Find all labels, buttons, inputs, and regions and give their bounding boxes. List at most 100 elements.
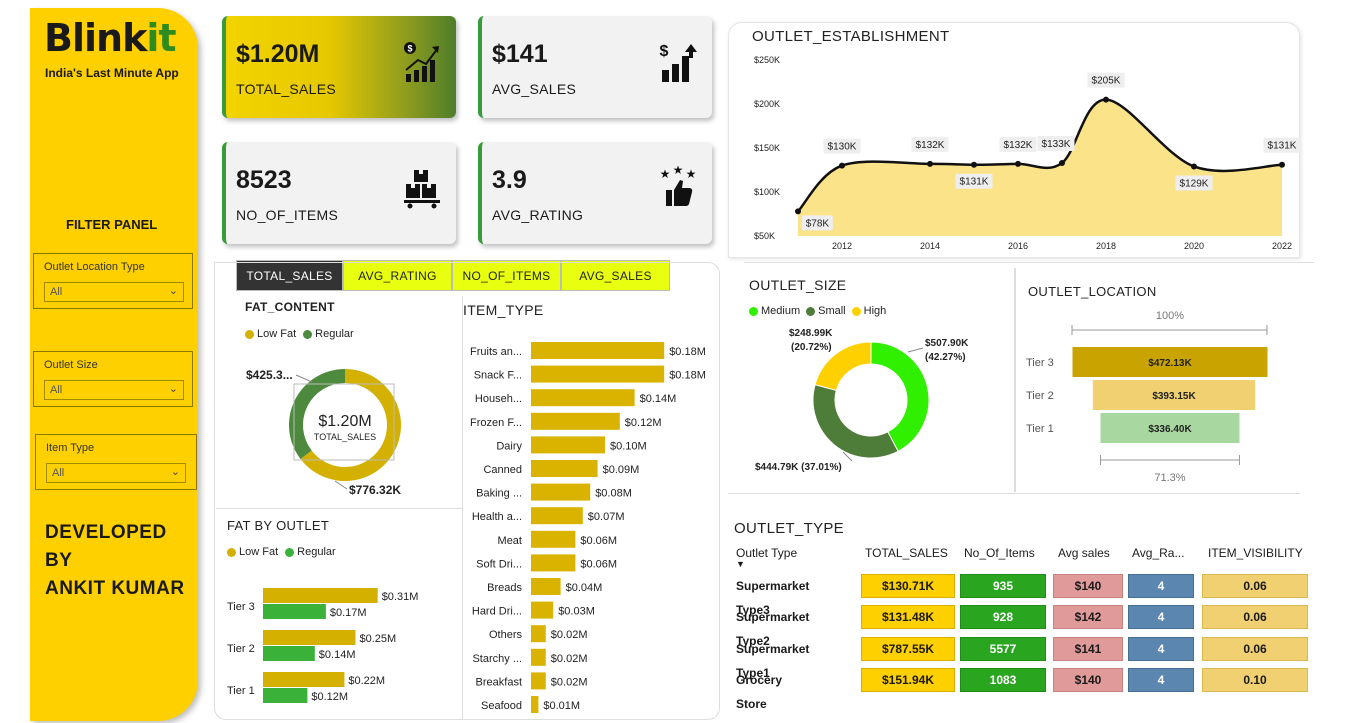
leader-line (334, 480, 348, 490)
outlet-location-funnel-chart: 100% Tier 3 $472.13K Tier 2 $393.15K Tier 1 $3… (1026, 310, 1268, 484)
outlet-size-dropdown[interactable]: All ⌄ (44, 380, 184, 400)
col-header-outlet-type[interactable]: Outlet Type (736, 546, 797, 560)
col-header-total-sales[interactable]: TOTAL_SALES (865, 546, 948, 560)
legend-dot-regular (285, 547, 295, 557)
sidebar: Blinkit India's Last Minute App FILTER P… (30, 8, 198, 721)
leader-line (295, 374, 313, 383)
dollar-bar-chart-icon: $ (660, 43, 697, 82)
legend-regular: Regular (297, 546, 336, 558)
category-label: Househ... (475, 393, 522, 405)
category-label: Frozen F... (470, 417, 522, 429)
bar (531, 342, 665, 359)
bar (531, 554, 576, 572)
cell-item-visibility: 0.10 (1202, 668, 1308, 692)
x-tick-label: 2022 (1272, 241, 1292, 251)
col-header-avg-sales[interactable]: Avg sales (1058, 546, 1110, 560)
data-label: $0.04M (566, 582, 603, 594)
outlet-size-slicer: Outlet Size All ⌄ (33, 351, 193, 407)
data-label: $0.02M (551, 676, 588, 688)
data-label: $0.22M (348, 675, 385, 687)
x-tick-label: 2014 (920, 241, 940, 251)
category-label: Meat (498, 535, 522, 547)
bar (531, 530, 576, 548)
cell-item-visibility: 0.06 (1202, 605, 1308, 629)
legend-dot-high (851, 306, 861, 316)
outlet-size-legend: Medium Small High (749, 305, 886, 317)
cell-no-of-items: 5577 (960, 637, 1046, 661)
bar (531, 601, 554, 619)
developer-line-1: DEVELOPED BY (45, 522, 167, 571)
cell-avg-sales: $141 (1053, 637, 1123, 661)
category-label: Snack F... (474, 370, 522, 382)
divider (462, 296, 463, 720)
bar-regular (263, 688, 308, 703)
data-label: $393.15K (1152, 391, 1196, 402)
divider (216, 508, 462, 509)
filter-panel-title: FILTER PANEL (66, 217, 158, 232)
data-label: $0.18M (669, 346, 706, 358)
data-label: $0.09M (603, 464, 640, 476)
legend-regular: Regular (315, 328, 354, 340)
y-tick-label: $200K (754, 99, 780, 109)
cell-avg-rating: 4 (1128, 637, 1194, 661)
bar (531, 365, 665, 383)
outlet-size-donut-chart: $507.90K (42.27%) $248.99K (20.72%) $444.79K… (755, 328, 969, 473)
cell-total-sales: $131.48K (861, 605, 955, 629)
data-point (1191, 163, 1197, 170)
data-label: $131K (960, 177, 989, 188)
data-label: $472.13K (1148, 358, 1192, 369)
brand-logo: Blinkit (44, 16, 177, 60)
data-label: $0.06M (580, 558, 617, 570)
outlet-type-name: Grocery Store (736, 673, 783, 711)
bar (531, 483, 591, 501)
data-point (1279, 161, 1285, 168)
legend-medium: Medium (761, 305, 801, 317)
category-label: Tier 1 (1026, 423, 1054, 435)
data-label: $130K (828, 142, 857, 153)
item-type-dropdown[interactable]: All ⌄ (46, 463, 186, 483)
category-label: Tier 3 (1026, 357, 1054, 369)
data-label: $0.03M (558, 606, 595, 618)
category-label: Breads (487, 582, 522, 594)
fat-by-outlet-legend: Low Fat Regular (227, 546, 336, 558)
kpi-label: AVG_SALES (492, 81, 577, 97)
data-label: $132K (1004, 140, 1033, 151)
data-label-regular: $425.3... (246, 368, 293, 382)
cell-no-of-items: 1083 (960, 668, 1046, 692)
bar (531, 672, 546, 690)
data-point (839, 162, 845, 169)
col-header-avg-rating[interactable]: Avg_Ra... (1132, 546, 1184, 560)
kpi-no-of-items: 8523 NO_OF_ITEMS (222, 142, 456, 244)
fat-by-outlet-title: FAT BY OUTLET (227, 518, 330, 533)
item-type-title: ITEM_TYPE (463, 302, 544, 318)
data-point (1103, 96, 1109, 103)
bar-low-fat (263, 672, 345, 687)
slicer-label: Outlet Size (44, 359, 98, 371)
y-tick-label: $50K (754, 231, 775, 241)
data-label: $0.31M (382, 591, 419, 603)
category-label: Baking ... (476, 488, 522, 500)
category-label: Seafood (481, 700, 522, 712)
bar (531, 625, 546, 643)
cell-no-of-items: 935 (960, 574, 1046, 598)
dashboard: Blinkit India's Last Minute App FILTER P… (0, 0, 1352, 723)
legend-dot-small (806, 306, 816, 316)
col-header-item-visibility[interactable]: ITEM_VISIBILITY (1208, 546, 1303, 560)
data-label: $0.18M (669, 370, 706, 382)
category-label: Starchy ... (472, 653, 522, 665)
data-label: $0.14M (640, 393, 677, 405)
outlet-size-title: OUTLET_SIZE (749, 277, 847, 293)
leader-line (907, 347, 924, 353)
data-label: $0.25M (360, 633, 397, 645)
data-label: $336.40K (1148, 424, 1192, 435)
cell-avg-sales: $142 (1053, 605, 1123, 629)
thumbs-up-stars-icon: ★ ★ ★ (660, 166, 696, 206)
outlet-location-slicer: Outlet Location Type All ⌄ (33, 253, 193, 309)
data-point (927, 160, 933, 167)
data-label-medium-percent: (42.27%) (925, 352, 966, 363)
outlet-location-dropdown[interactable]: All ⌄ (44, 282, 184, 302)
chevron-down-icon: ⌄ (168, 383, 178, 395)
col-header-no-of-items[interactable]: No_Of_Items (964, 546, 1035, 560)
category-label: Others (489, 629, 523, 641)
funnel-bottom-percent: 71.3% (1154, 472, 1185, 484)
